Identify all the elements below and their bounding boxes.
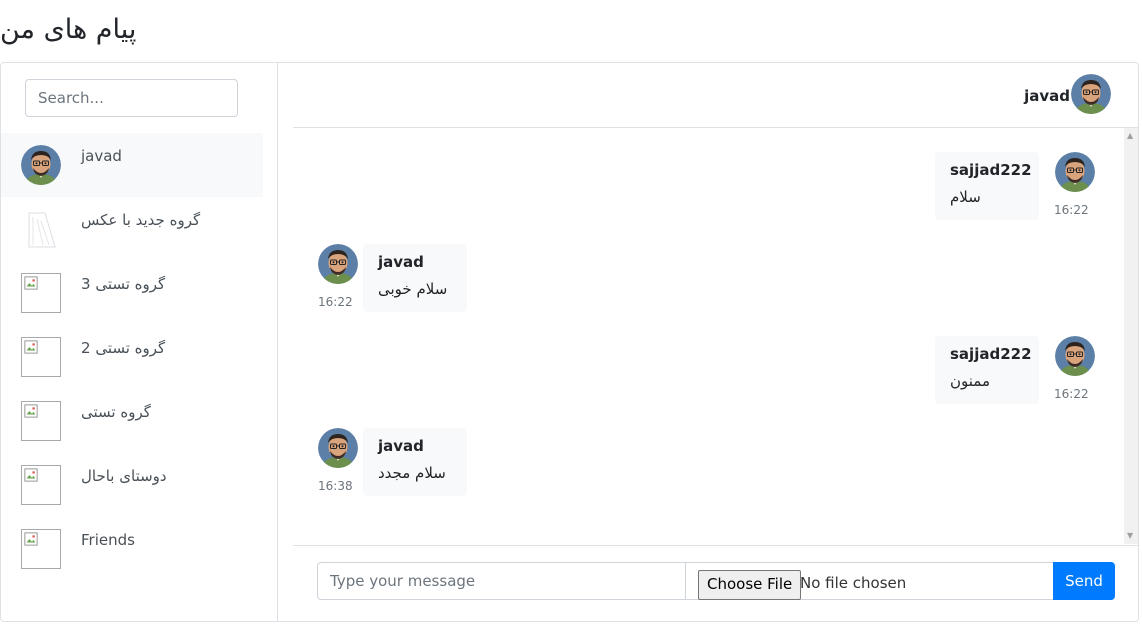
- conversation-avatar: [21, 529, 61, 569]
- conversation-item[interactable]: گروه تستی: [1, 389, 263, 453]
- scroll-up-icon[interactable]: ▲: [1127, 132, 1133, 140]
- scroll-down-icon[interactable]: ▼: [1127, 532, 1133, 540]
- message-bubble: javad سلام مجدد: [363, 428, 467, 496]
- message-bubble: sajjad222 سلام: [935, 152, 1039, 220]
- message-text: ممنون: [950, 372, 990, 390]
- broken-image-icon: [24, 340, 38, 354]
- broken-image-icon: [24, 468, 38, 482]
- page-title: پیام های من: [0, 14, 137, 45]
- broken-image-icon: [24, 532, 38, 546]
- message-time: 16:22: [1054, 203, 1089, 217]
- chat-panel: javad ▲ ▼ sajjad222 سلام 16:22 javad سلام خو…: [278, 63, 1138, 621]
- message-input[interactable]: [317, 562, 686, 600]
- conversation-avatar: [21, 465, 61, 505]
- chat-header-name: javad: [1024, 87, 1070, 105]
- conversation-name: گروه تستی 3: [81, 275, 166, 293]
- message-sender: javad: [378, 253, 424, 271]
- conversation-avatar: [21, 273, 61, 313]
- message-row: javad سلام خوبی 16:22: [293, 242, 1113, 318]
- message-avatar[interactable]: [1055, 336, 1095, 376]
- message-composer: Choose File No file chosen Send: [293, 545, 1138, 626]
- conversation-avatar: [21, 401, 61, 441]
- broken-image-icon: [24, 276, 38, 290]
- message-row: javad سلام مجدد 16:38: [293, 426, 1113, 502]
- message-avatar[interactable]: [1055, 152, 1095, 192]
- conversation-name: گروه تستی: [81, 403, 151, 421]
- conversation-avatar: [21, 145, 61, 185]
- message-time: 16:22: [1054, 387, 1089, 401]
- conversation-name: گروه جدید با عکس: [81, 211, 201, 229]
- conversation-item[interactable]: گروه تستی 3: [1, 261, 263, 325]
- message-avatar[interactable]: [318, 428, 358, 468]
- messenger-frame: javad گروه جدید با عکس گروه تستی 3 گروه تست…: [0, 62, 1139, 622]
- choose-file-button[interactable]: Choose File: [698, 570, 802, 600]
- conversation-item[interactable]: Friends: [1, 517, 263, 581]
- chat-header: javad: [293, 63, 1138, 128]
- send-button[interactable]: Send: [1053, 562, 1115, 600]
- broken-image-icon: [24, 404, 38, 418]
- message-sender: sajjad222: [950, 345, 1032, 363]
- conversation-name: Friends: [81, 531, 135, 549]
- file-input[interactable]: Choose File No file chosen: [685, 562, 1054, 600]
- conversation-sidebar: javad گروه جدید با عکس گروه تستی 3 گروه تست…: [1, 63, 278, 621]
- conversation-item[interactable]: javad: [1, 133, 263, 197]
- conversation-name: گروه تستی 2: [81, 339, 166, 357]
- message-area[interactable]: ▲ ▼ sajjad222 سلام 16:22 javad سلام خوبی 16:2…: [293, 128, 1138, 544]
- search-input[interactable]: [25, 79, 238, 117]
- file-status: No file chosen: [800, 574, 907, 592]
- message-time: 16:38: [318, 479, 353, 493]
- message-row: sajjad222 ممنون 16:22: [293, 334, 1113, 410]
- message-text: سلام مجدد: [378, 464, 446, 482]
- conversation-name: javad: [81, 147, 122, 165]
- message-sender: sajjad222: [950, 161, 1032, 179]
- message-text: سلام خوبی: [378, 280, 448, 298]
- message-avatar[interactable]: [318, 244, 358, 284]
- message-bubble: javad سلام خوبی: [363, 244, 467, 312]
- conversation-item[interactable]: دوستای باحال: [1, 453, 263, 517]
- message-scrollbar[interactable]: ▲ ▼: [1124, 128, 1138, 544]
- conversation-avatar: [21, 209, 61, 249]
- message-time: 16:22: [318, 295, 353, 309]
- conversation-list: javad گروه جدید با عکس گروه تستی 3 گروه تست…: [1, 133, 263, 581]
- conversation-item[interactable]: گروه تستی 2: [1, 325, 263, 389]
- conversation-name: دوستای باحال: [81, 467, 167, 485]
- message-sender: javad: [378, 437, 424, 455]
- message-text: سلام: [950, 188, 981, 206]
- message-row: sajjad222 سلام 16:22: [293, 150, 1113, 226]
- conversation-item[interactable]: گروه جدید با عکس: [1, 197, 263, 261]
- conversation-avatar: [21, 337, 61, 377]
- chat-header-avatar[interactable]: [1071, 74, 1111, 114]
- message-bubble: sajjad222 ممنون: [935, 336, 1039, 404]
